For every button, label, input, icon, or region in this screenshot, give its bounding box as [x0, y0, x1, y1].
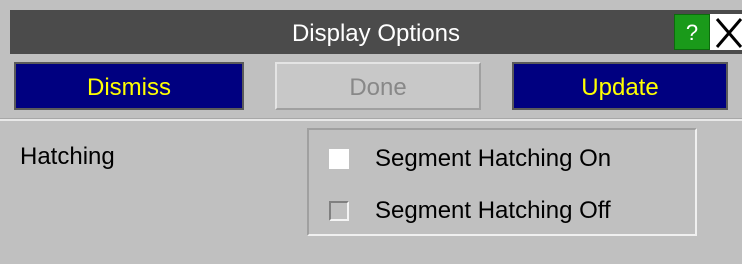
window-title: Display Options — [291, 20, 461, 47]
done-button[interactable]: Done — [275, 62, 481, 110]
divider — [0, 118, 742, 121]
help-button[interactable]: ? — [674, 14, 710, 50]
update-button[interactable]: Update — [512, 62, 728, 110]
option-label-hatching-off: Segment Hatching Off — [375, 197, 611, 224]
checkbox-hatching-on[interactable] — [329, 149, 349, 169]
option-label-hatching-on: Segment Hatching On — [375, 145, 612, 172]
title-bar: Display Options ? — [10, 10, 742, 54]
checkbox-hatching-off[interactable] — [329, 201, 349, 221]
hatching-label: Hatching — [20, 143, 115, 170]
display-options-window: Display Options ? Dismiss Done Update Ha… — [0, 0, 742, 264]
close-button[interactable] — [710, 14, 742, 50]
dismiss-button[interactable]: Dismiss — [14, 62, 244, 110]
close-icon — [715, 18, 742, 48]
hatching-options-group: Segment Hatching On Segment Hatching Off — [307, 128, 697, 236]
